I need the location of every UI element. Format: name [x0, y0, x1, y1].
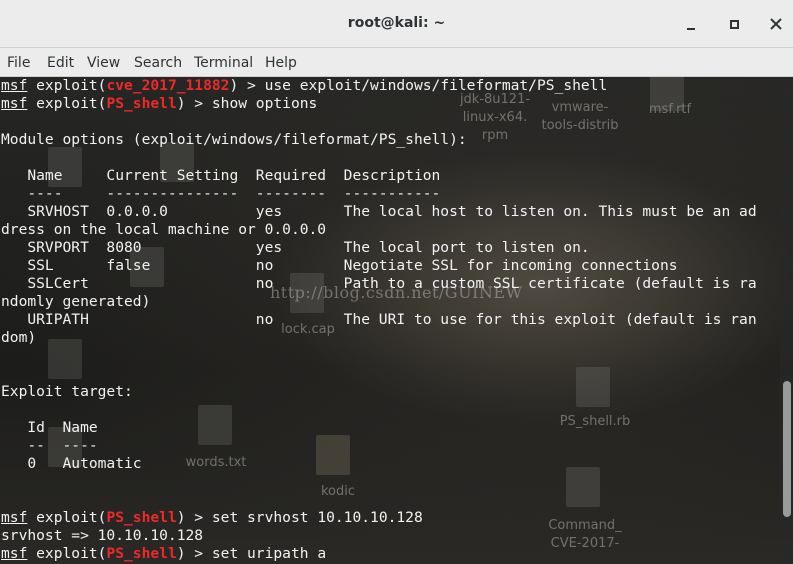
terminal-line: srvhost => 10.10.10.128 [1, 527, 204, 544]
terminal-line: Module options (exploit/windows/fileform… [1, 131, 467, 148]
command-text: ) > show options [176, 95, 318, 112]
terminal-line: -- ---- [1, 437, 98, 454]
terminal-line: msf exploit(PS_shell) > set uripath a [1, 545, 757, 563]
terminal-line: SSL false no Negotiate SSL for incoming … [1, 257, 678, 274]
terminal-output[interactable]: msf exploit(cve_2017_11882) > use exploi… [1, 77, 757, 563]
prompt-prefix: exploit( [27, 509, 107, 526]
terminal-line: SRVHOST 0.0.0.0 yes The local host to li… [1, 203, 757, 220]
terminal-line: URIPATH no The URI to use for this explo… [1, 311, 757, 328]
command-text: ) > use exploit/windows/fileformat/PS_sh… [229, 77, 608, 94]
module-name: PS_shell [106, 95, 177, 112]
command-text: ) > set srvhost 10.10.10.128 [176, 509, 423, 526]
menu-search[interactable]: Search [134, 48, 182, 76]
command-text: ) > set uripath a [176, 545, 327, 562]
terminal-line: dress on the local machine or 0.0.0.0 [1, 221, 327, 238]
module-name: PS_shell [106, 509, 177, 526]
prompt-prefix: exploit( [27, 77, 107, 94]
prompt-msf: msf [1, 95, 28, 112]
terminal-line: Id Name [1, 419, 98, 436]
terminal-line: SRVPORT 8080 yes The local port to liste… [1, 239, 590, 256]
close-button[interactable] [764, 12, 788, 36]
window-title: root@kali: ~ [347, 15, 446, 31]
close-icon [770, 18, 782, 30]
terminal-line: ---- --------------- -------- ----------… [1, 185, 441, 202]
minimize-button[interactable] [680, 12, 704, 36]
scrollbar-thumb[interactable] [783, 381, 791, 517]
menu-terminal[interactable]: Terminal [194, 48, 253, 76]
menu-help[interactable]: Help [265, 48, 297, 76]
terminal-line: ndomly generated) [1, 293, 151, 310]
terminal-line: SSLCert no Path to a custom SSL certific… [1, 275, 757, 292]
terminal-line: msf exploit(cve_2017_11882) > use exploi… [1, 77, 757, 95]
terminal-line: Exploit target: [1, 383, 133, 400]
terminal-line: dom) [1, 329, 37, 346]
menu-edit[interactable]: Edit [47, 48, 74, 76]
module-name: PS_shell [106, 545, 177, 562]
prompt-prefix: exploit( [27, 545, 107, 562]
terminal-line: msf exploit(PS_shell) > set srvhost 10.1… [1, 509, 757, 527]
scrollbar[interactable] [780, 77, 793, 564]
maximize-button[interactable] [722, 12, 746, 36]
menu-bar: File Edit View Search Terminal Help [0, 48, 793, 77]
terminal-view[interactable]: jdk-8u121- linux-x64. rpm vmware- tools-… [0, 77, 793, 564]
window-titlebar[interactable]: root@kali: ~ [0, 0, 793, 48]
prompt-msf: msf [1, 509, 28, 526]
prompt-msf: msf [1, 77, 28, 94]
terminal-line: 0 Automatic [1, 455, 142, 472]
terminal-line: msf exploit(PS_shell) > show options [1, 95, 757, 113]
module-name: cve_2017_11882 [106, 77, 230, 94]
menu-view[interactable]: View [87, 48, 120, 76]
prompt-prefix: exploit( [27, 95, 107, 112]
prompt-msf: msf [1, 545, 28, 562]
menu-file[interactable]: File [7, 48, 30, 76]
terminal-line: Name Current Setting Required Descriptio… [1, 167, 441, 184]
